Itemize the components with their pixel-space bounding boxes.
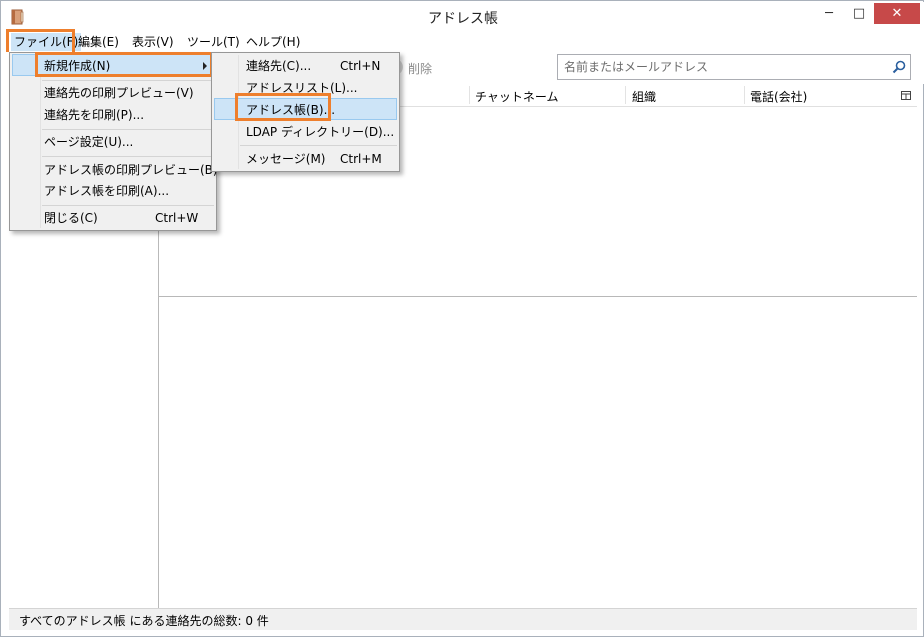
menu-edit[interactable]: 編集(E)	[75, 33, 122, 51]
menu-item-label: アドレス帳を印刷(A)...	[44, 184, 170, 198]
menu-view[interactable]: 表示(V)	[129, 33, 177, 51]
search-input[interactable]	[564, 59, 864, 75]
menu-separator	[42, 205, 214, 206]
search-box[interactable]	[557, 54, 911, 80]
menu-item-label: 連絡先を印刷(P)...	[44, 108, 145, 122]
address-book-item-highlight	[235, 93, 331, 121]
menu-item-label: 連絡先の印刷プレビュー(V)	[44, 86, 194, 100]
menu-item-label: メッセージ(M)	[246, 152, 326, 166]
menu-separator	[42, 156, 214, 157]
menu-item-label: 閉じる(C)	[44, 211, 98, 225]
menu-item-label: アドレス帳の印刷プレビュー(B)	[44, 163, 218, 177]
menu-item-new-contact[interactable]: 連絡先(C)... Ctrl+N	[214, 55, 397, 77]
search-icon[interactable]	[892, 60, 906, 74]
menu-item-label: 連絡先(C)...	[246, 59, 312, 73]
column-separator	[469, 86, 470, 104]
menu-separator	[42, 80, 214, 81]
address-book-window: アドレス帳 ─ □ ✕ ファイル(F) 編集(E) 表示(V) ツール(T) ヘ…	[0, 0, 924, 637]
menu-item-new-message[interactable]: メッセージ(M) Ctrl+M	[214, 148, 397, 170]
menu-item-page-setup[interactable]: ページ設定(U)...	[12, 131, 214, 153]
menu-separator	[240, 145, 397, 146]
menu-item-shortcut: Ctrl+W	[155, 211, 199, 225]
contact-preview-pane	[159, 297, 917, 608]
minimize-button[interactable]: ─	[814, 3, 844, 24]
close-button[interactable]: ✕	[874, 3, 920, 24]
menu-item-shortcut: Ctrl+N	[340, 59, 381, 73]
file-menu: 新規作成(N) 連絡先の印刷プレビュー(V) 連絡先を印刷(P)... ページ設…	[9, 52, 218, 231]
column-work-phone[interactable]: 電話(会社)	[750, 88, 807, 105]
menu-tools[interactable]: ツール(T)	[184, 33, 243, 51]
menu-item-print-contact[interactable]: 連絡先を印刷(P)...	[12, 104, 214, 126]
title-bar: アドレス帳 ─ □ ✕	[2, 2, 924, 31]
column-separator	[744, 86, 745, 104]
menu-help[interactable]: ヘルプ(H)	[243, 33, 303, 51]
menu-item-label: LDAP ディレクトリー(D)...	[246, 125, 395, 139]
window-title: アドレス帳	[428, 11, 498, 27]
column-organization[interactable]: 組織	[632, 88, 656, 105]
menu-separator	[42, 129, 214, 130]
menu-bar: ファイル(F) 編集(E) 表示(V) ツール(T) ヘルプ(H)	[2, 31, 924, 52]
column-chat-name[interactable]: チャットネーム	[475, 88, 559, 105]
new-item-highlight	[35, 52, 213, 77]
column-picker-icon[interactable]	[901, 91, 911, 100]
menu-item-print-preview-book[interactable]: アドレス帳の印刷プレビュー(B)	[12, 159, 218, 181]
status-text: すべてのアドレス帳 にある連絡先の総数: 0 件	[19, 614, 269, 628]
menu-item-print-book[interactable]: アドレス帳を印刷(A)...	[12, 180, 214, 202]
menu-item-new-ldap-directory[interactable]: LDAP ディレクトリー(D)...	[214, 121, 397, 143]
menu-item-label: ページ設定(U)...	[44, 135, 134, 149]
delete-button[interactable]: 削除	[408, 60, 432, 77]
maximize-button[interactable]: □	[844, 3, 874, 24]
status-bar: すべてのアドレス帳 にある連絡先の総数: 0 件	[9, 608, 917, 630]
column-separator	[625, 86, 626, 104]
menu-item-close[interactable]: 閉じる(C) Ctrl+W	[12, 207, 214, 229]
menu-item-print-preview-contact[interactable]: 連絡先の印刷プレビュー(V)	[12, 82, 214, 104]
menu-item-shortcut: Ctrl+M	[340, 152, 382, 166]
